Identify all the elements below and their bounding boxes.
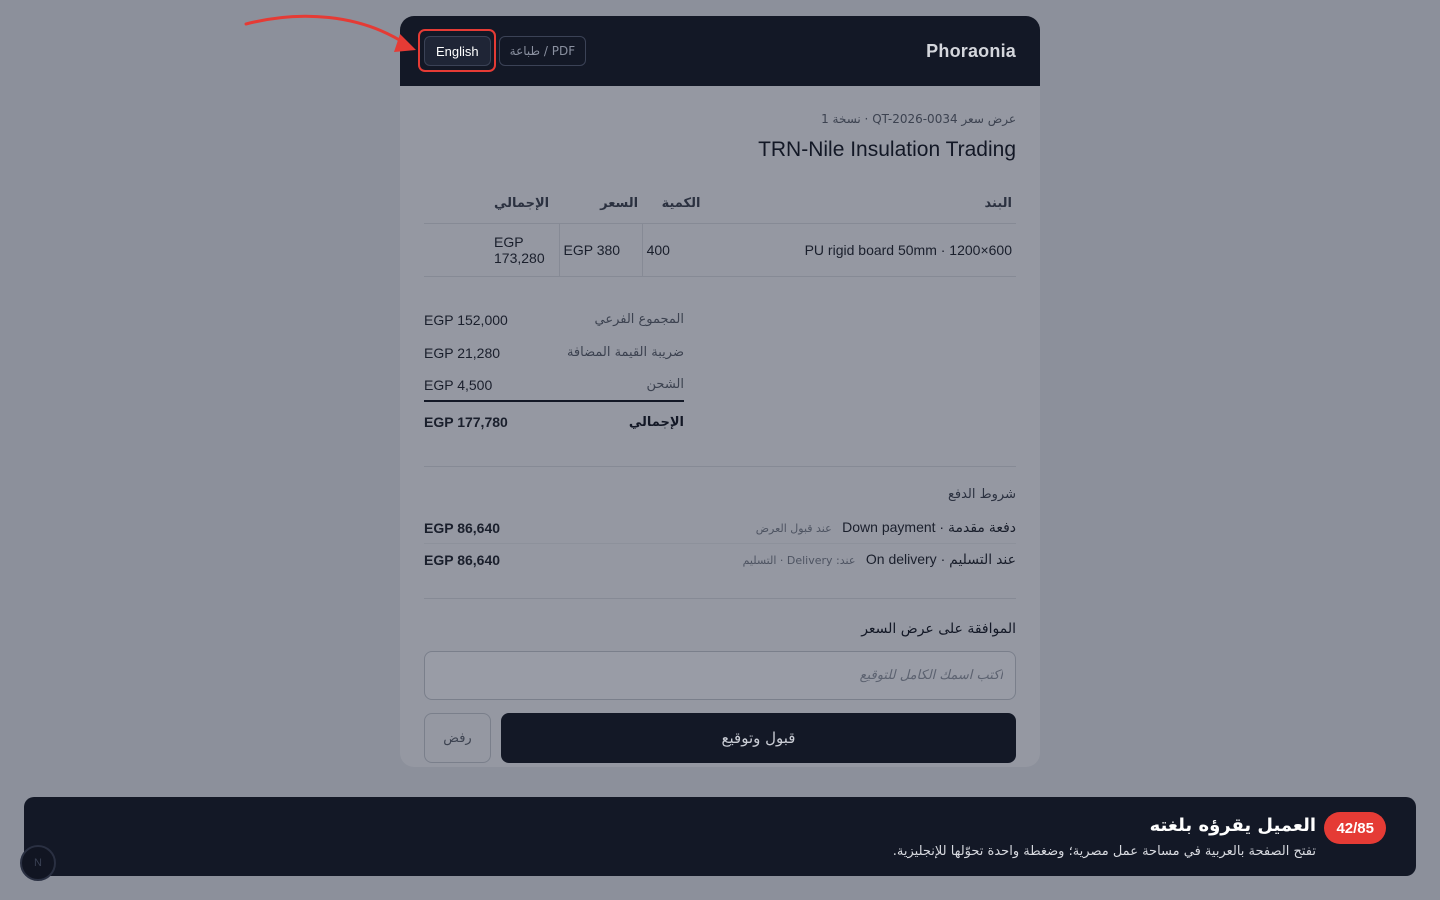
payment-note: عند قبول العرض xyxy=(755,521,832,535)
payment-row: دفعة مقدمة · Down payment عند قبول العرض… xyxy=(424,512,1016,544)
payment-terms-title: شروط الدفع xyxy=(947,487,1016,502)
quote-reference: عرض سعر QT-2026-0034 · نسخة 1 xyxy=(821,112,1016,126)
quote-body: عرض سعر QT-2026-0034 · نسخة 1 TRN-Nile I… xyxy=(400,112,1040,763)
payment-description: عند التسليم · On delivery عند: Delivery … xyxy=(743,551,1016,569)
payment-row: عند التسليم · On delivery عند: Delivery … xyxy=(424,544,1016,576)
payment-amount: EGP 86,640 xyxy=(424,552,501,568)
quote-card: English طباعة / PDF Phoraonia عرض سعر QT… xyxy=(400,16,1040,767)
step-counter-badge: 42/85 xyxy=(1324,812,1386,844)
col-header-item: البند xyxy=(704,190,1016,224)
avatar[interactable]: N xyxy=(20,845,56,881)
payment-note: عند: Delivery · التسليم xyxy=(742,554,856,567)
subtotal-label: المجموع الفرعي xyxy=(594,312,684,327)
banner-title: العميل يقرؤه بلغته xyxy=(1149,814,1316,836)
grand-total-row: الإجمالي EGP 177,780 xyxy=(424,402,684,442)
divider xyxy=(424,466,1016,467)
payment-label: دفعة مقدمة · Down payment xyxy=(842,518,1016,535)
table-header-row: البند الكمية السعر الإجمالي xyxy=(424,190,1016,224)
col-header-qty: الكمية xyxy=(642,190,705,224)
reject-button[interactable]: رفض xyxy=(424,713,491,763)
totals-block: المجموع الفرعي EGP 152,000 ضريبة القيمة … xyxy=(424,303,684,442)
banner-subtitle: تفتح الصفحة بالعربية في مساحة عمل مصرية؛… xyxy=(892,843,1316,859)
accept-sign-button[interactable]: قبول وتوقيع xyxy=(501,713,1016,763)
payment-terms-list: دفعة مقدمة · Down payment عند قبول العرض… xyxy=(424,512,1016,576)
approval-actions: قبول وتوقيع رفض xyxy=(424,713,1016,763)
shipping-label: الشحن xyxy=(646,377,684,392)
cell-qty: 400 xyxy=(641,223,705,277)
vat-row: ضريبة القيمة المضافة EGP 21,280 xyxy=(424,336,684,369)
banner-text: العميل يقرؤه بلغته تفتح الصفحة بالعربية … xyxy=(893,815,1316,859)
payment-amount: EGP 86,640 xyxy=(424,519,501,536)
approval-title: الموافقة على عرض السعر xyxy=(861,621,1016,637)
signature-input[interactable] xyxy=(424,651,1016,700)
pointer-arrow-icon xyxy=(244,14,416,52)
payment-description: دفعة مقدمة · Down payment عند قبول العرض xyxy=(756,519,1016,537)
vat-label: ضريبة القيمة المضافة xyxy=(566,345,684,360)
shipping-value: EGP 4,500 xyxy=(424,376,493,393)
divider xyxy=(424,598,1016,599)
grand-total-label: الإجمالي xyxy=(628,414,684,430)
cell-price: EGP 380 xyxy=(558,223,643,277)
cell-total: EGP 173,280 xyxy=(424,223,560,277)
client-name: TRN-Nile Insulation Trading xyxy=(758,138,1016,161)
print-pdf-button[interactable]: طباعة / PDF xyxy=(498,36,587,66)
subtotal-value: EGP 152,000 xyxy=(424,311,508,328)
subtotal-row: المجموع الفرعي EGP 152,000 xyxy=(424,303,684,336)
tour-banner: 42/85 العميل يقرؤه بلغته تفتح الصفحة بال… xyxy=(24,797,1416,876)
grand-total-value: EGP 177,780 xyxy=(424,414,508,430)
line-items-table: البند الكمية السعر الإجمالي PU rigid boa… xyxy=(424,190,1016,277)
quote-header: English طباعة / PDF Phoraonia xyxy=(400,16,1040,86)
totals-wrapper: المجموع الفرعي EGP 152,000 ضريبة القيمة … xyxy=(424,277,1016,442)
col-header-total: الإجمالي xyxy=(424,190,560,224)
brand-name: Phoraonia xyxy=(926,40,1016,61)
table-row: PU rigid board 50mm · 1200×600 400 EGP 3… xyxy=(424,223,1016,277)
payment-label: عند التسليم · On delivery xyxy=(865,551,1016,567)
col-header-price: السعر xyxy=(559,190,643,224)
cell-item: PU rigid board 50mm · 1200×600 xyxy=(704,223,1016,277)
vat-value: EGP 21,280 xyxy=(424,344,501,361)
shipping-row: الشحن EGP 4,500 xyxy=(424,369,684,402)
